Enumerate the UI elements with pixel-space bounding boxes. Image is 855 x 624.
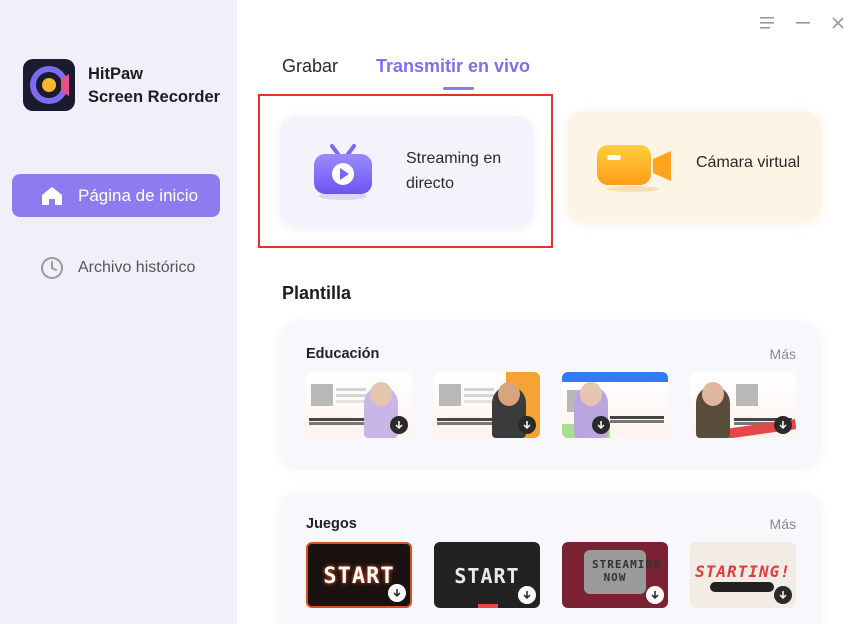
camera-icon bbox=[595, 141, 675, 198]
games-title: Juegos bbox=[306, 516, 357, 532]
close-icon bbox=[832, 17, 844, 29]
games-panel: Juegos Más START START STREAMING NOW STA… bbox=[281, 493, 819, 624]
menu-button[interactable] bbox=[758, 14, 776, 32]
sidebar-item-home[interactable]: Página de inicio bbox=[12, 174, 220, 217]
streaming-card-label: Streaming en directo bbox=[406, 150, 502, 192]
education-panel: Educación Más bbox=[281, 323, 819, 466]
clock-icon bbox=[41, 256, 63, 279]
education-more-link[interactable]: Más bbox=[770, 346, 796, 362]
games-template-1[interactable]: START bbox=[306, 542, 412, 608]
active-tab-indicator bbox=[443, 87, 474, 90]
download-icon[interactable] bbox=[774, 416, 792, 434]
games-template-4[interactable]: STARTING! bbox=[690, 542, 796, 608]
download-icon[interactable] bbox=[592, 416, 610, 434]
tab-live-stream[interactable]: Transmitir en vivo bbox=[376, 56, 530, 77]
download-icon[interactable] bbox=[646, 586, 664, 604]
tab-record[interactable]: Grabar bbox=[282, 56, 338, 77]
home-icon bbox=[42, 186, 62, 205]
sidebar-item-label: Página de inicio bbox=[78, 185, 199, 205]
download-icon[interactable] bbox=[388, 584, 406, 602]
games-template-3[interactable]: STREAMING NOW bbox=[562, 542, 668, 608]
menu-icon bbox=[760, 17, 774, 29]
app-logo-icon bbox=[23, 59, 75, 111]
minimize-button[interactable] bbox=[794, 14, 812, 32]
virtual-camera-card[interactable]: Cámara virtual bbox=[567, 111, 821, 221]
app-name: HitPaw Screen Recorder bbox=[88, 65, 221, 106]
tv-play-icon bbox=[310, 142, 376, 207]
sidebar-item-history[interactable]: Archivo histórico bbox=[12, 246, 220, 289]
sidebar-item-label: Archivo histórico bbox=[78, 258, 196, 276]
sidebar: HitPaw Screen Recorder Página de inicio … bbox=[0, 0, 237, 624]
games-more-link[interactable]: Más bbox=[770, 516, 796, 532]
close-button[interactable] bbox=[829, 14, 847, 32]
education-template-3[interactable] bbox=[562, 372, 668, 438]
education-template-2[interactable] bbox=[434, 372, 540, 438]
games-template-2[interactable]: START bbox=[434, 542, 540, 608]
minimize-icon bbox=[796, 22, 810, 24]
streaming-card[interactable]: Streaming en directo bbox=[280, 116, 533, 226]
education-title: Educación bbox=[306, 346, 380, 362]
education-template-1[interactable] bbox=[306, 372, 412, 438]
virtual-camera-label: Cámara virtual bbox=[696, 154, 801, 171]
education-template-4[interactable] bbox=[690, 372, 796, 438]
templates-title: Plantilla bbox=[282, 283, 352, 303]
download-icon[interactable] bbox=[390, 416, 408, 434]
download-icon[interactable] bbox=[518, 416, 536, 434]
download-icon[interactable] bbox=[518, 586, 536, 604]
download-icon[interactable] bbox=[774, 586, 792, 604]
